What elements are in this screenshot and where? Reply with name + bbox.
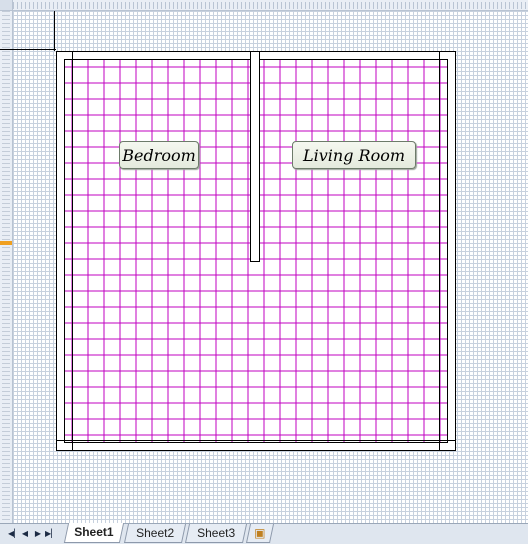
- select-all-corner[interactable]: [0, 0, 13, 11]
- first-sheet-icon[interactable]: ◀▏: [8, 529, 20, 539]
- bedroom-label[interactable]: Bedroom: [119, 141, 199, 169]
- tab-sheet2[interactable]: Sheet2: [123, 524, 187, 543]
- living-room-label-text: Living Room: [302, 145, 405, 165]
- floor-plan: [56, 51, 456, 451]
- freeze-pane-line-horizontal: [0, 49, 56, 50]
- tab-sheet3[interactable]: Sheet3: [184, 524, 248, 543]
- insert-worksheet-icon[interactable]: ▣: [245, 524, 275, 543]
- sheet-tab-bar: ◀▏ ◀ ▶ ▶▏ Sheet1 Sheet2 Sheet3 ▣: [0, 523, 528, 544]
- row-header-bar[interactable]: [0, 10, 13, 523]
- tab-sheet1[interactable]: Sheet1: [63, 523, 125, 543]
- partition-wall: [250, 51, 260, 262]
- living-room-label[interactable]: Living Room: [292, 141, 416, 169]
- freeze-pane-line-vertical: [54, 11, 55, 51]
- column-header-bar[interactable]: [0, 0, 528, 11]
- next-sheet-icon[interactable]: ▶: [33, 529, 43, 539]
- previous-sheet-icon[interactable]: ◀: [20, 529, 30, 539]
- last-sheet-icon[interactable]: ▶▏: [45, 529, 57, 539]
- bedroom-label-text: Bedroom: [122, 145, 196, 165]
